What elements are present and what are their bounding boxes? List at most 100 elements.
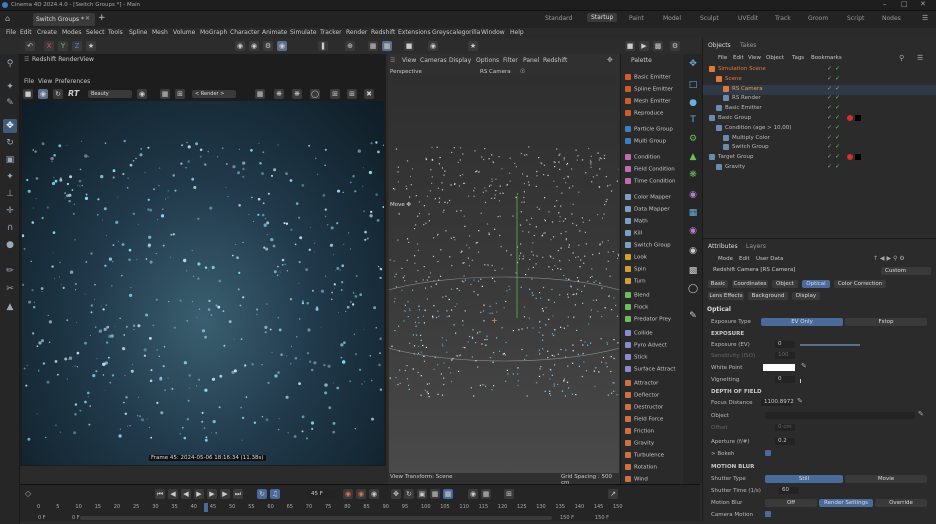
object-row[interactable]: Gravity✓✓ bbox=[703, 163, 936, 173]
menu-extensions[interactable]: Extensions bbox=[398, 29, 431, 36]
deformer-icon[interactable]: ❋ bbox=[686, 168, 700, 182]
palette-item[interactable]: Switch Group bbox=[625, 242, 671, 249]
z-axis-icon[interactable]: Z bbox=[72, 41, 82, 51]
render-dropdown[interactable]: < Render > bbox=[192, 90, 236, 98]
render-settings-icon[interactable]: ⚙ bbox=[263, 41, 273, 51]
palette-item[interactable]: Friction bbox=[625, 428, 654, 435]
scale-icon[interactable]: ▣ bbox=[3, 153, 17, 167]
object-name[interactable]: Switch Group bbox=[732, 144, 769, 150]
camera-object-icon[interactable]: ◉ bbox=[686, 224, 700, 238]
palette-item[interactable]: Flock bbox=[625, 304, 648, 311]
camera-lock-icon[interactable]: ☉ bbox=[520, 68, 525, 75]
focus-pick-icon[interactable]: ✎ bbox=[797, 397, 803, 405]
mograph-icon[interactable]: ▲ bbox=[686, 150, 700, 164]
ipr-toggle-icon[interactable]: ◉ bbox=[38, 89, 48, 99]
current-frame-field[interactable]: 45 F bbox=[308, 490, 336, 499]
snapshot-icon[interactable]: ■ bbox=[23, 89, 33, 99]
sculpt-brush-icon[interactable]: ● bbox=[3, 238, 17, 252]
maximize-icon[interactable]: □ bbox=[901, 0, 908, 8]
enabled-check-icon[interactable]: ✓ bbox=[835, 104, 840, 111]
object-pick-icon[interactable]: ✎ bbox=[918, 410, 924, 418]
light-object-icon[interactable]: ◉ bbox=[686, 244, 700, 258]
tab-takes[interactable]: Takes bbox=[740, 42, 756, 49]
colorspace-dropdown[interactable]: Beauty bbox=[88, 90, 132, 98]
generator-icon[interactable]: ⚙ bbox=[686, 132, 700, 146]
close-icon[interactable]: ✕ bbox=[920, 0, 926, 8]
vp-menu-display[interactable]: Display bbox=[449, 57, 471, 64]
enabled-check-icon[interactable]: ✓ bbox=[835, 163, 840, 170]
param-key-icon[interactable]: ▦ bbox=[430, 489, 440, 499]
color-tag-icon[interactable] bbox=[855, 154, 861, 160]
object-row[interactable]: RS Render✓✓ bbox=[703, 94, 936, 104]
menu-simulate[interactable]: Simulate bbox=[290, 29, 317, 36]
motion-system-icon[interactable]: ⊞ bbox=[504, 489, 514, 499]
object-row[interactable]: Simulation Scene✓✓ bbox=[703, 65, 936, 75]
enabled-check-icon[interactable]: ✓ bbox=[835, 65, 840, 72]
preset-dropdown[interactable]: Custom bbox=[881, 267, 931, 275]
layout-tab-uvedit[interactable]: UVEdit bbox=[738, 15, 758, 22]
enabled-check-icon[interactable]: ✓ bbox=[835, 94, 840, 101]
object-row[interactable]: Switch Group✓✓ bbox=[703, 143, 936, 153]
magnet-icon[interactable]: ∩ bbox=[3, 221, 17, 235]
start-frame-preview[interactable]: 0 F bbox=[72, 515, 80, 521]
palette-item[interactable]: Particle Group bbox=[625, 126, 673, 133]
range-bar[interactable] bbox=[80, 516, 552, 520]
tag-icon[interactable]: ◯ bbox=[686, 282, 700, 296]
ipr-icon[interactable]: ◉ bbox=[277, 41, 287, 51]
white-point-swatch[interactable] bbox=[763, 364, 795, 371]
axis-icon[interactable]: ⊥ bbox=[3, 187, 17, 201]
playhead[interactable] bbox=[204, 503, 208, 512]
shutter-type-still[interactable]: Still bbox=[765, 475, 843, 483]
object-name[interactable]: RS Render bbox=[732, 95, 761, 101]
object-name[interactable]: Condition (age > 10,00) bbox=[725, 125, 791, 131]
layout-tab-nodes[interactable]: Nodes bbox=[882, 15, 901, 22]
object-name[interactable]: Simulation Scene bbox=[718, 66, 766, 72]
display-mode-icon[interactable]: ▦ bbox=[382, 41, 392, 51]
end-frame-preview[interactable]: 150 F bbox=[560, 515, 574, 521]
motion-blur-override[interactable]: Override bbox=[875, 499, 927, 507]
timeline-expand-icon[interactable]: ↗ bbox=[608, 489, 618, 499]
objects-menu-object[interactable]: Object bbox=[766, 55, 784, 61]
layout-tab-track[interactable]: Track bbox=[775, 15, 791, 22]
subtab-background[interactable]: Background bbox=[748, 292, 788, 300]
settings-icon[interactable]: ❋ bbox=[274, 89, 284, 99]
layout-tab-paint[interactable]: Paint bbox=[629, 15, 644, 22]
enabled-check-icon[interactable]: ✓ bbox=[835, 75, 840, 82]
position-key-icon[interactable]: ✥ bbox=[391, 489, 401, 499]
palette-item[interactable]: Destructor bbox=[625, 404, 663, 411]
palette-item[interactable]: Attractor bbox=[625, 380, 658, 387]
palette-item[interactable]: Wind bbox=[625, 476, 648, 483]
pla-key-icon[interactable]: ▦ bbox=[443, 489, 453, 499]
keyframe-icon[interactable]: ◇ bbox=[25, 489, 31, 498]
menu-file[interactable]: File bbox=[6, 29, 16, 36]
enabled-check-icon[interactable]: ✓ bbox=[835, 143, 840, 150]
enabled-check-icon[interactable]: ✓ bbox=[835, 124, 840, 131]
move-icon[interactable]: ✥ bbox=[3, 119, 17, 133]
object-name[interactable]: Basic Group bbox=[718, 115, 751, 121]
layout-tab-script[interactable]: Script bbox=[847, 15, 864, 22]
object-row[interactable]: Target Group✓✓ bbox=[703, 153, 936, 163]
coordinate-system-icon[interactable]: ★ bbox=[86, 41, 96, 51]
menu-modes[interactable]: Modes bbox=[62, 29, 81, 36]
tab-layers[interactable]: Layers bbox=[746, 243, 766, 250]
objects-menu-tags[interactable]: Tags bbox=[792, 55, 804, 61]
dopesheet-icon[interactable]: ▦ bbox=[481, 489, 491, 499]
layout-tab-sculpt[interactable]: Sculpt bbox=[700, 15, 719, 22]
go-to-end-icon[interactable]: ⏭ bbox=[233, 489, 243, 499]
shutter-type-movie[interactable]: Movie bbox=[845, 475, 927, 483]
vp-menu-cameras[interactable]: Cameras bbox=[420, 57, 447, 64]
visibility-check-icon[interactable]: ✓ bbox=[827, 104, 832, 111]
paint-brush-icon[interactable]: ✏ bbox=[3, 264, 17, 278]
material-tag-icon[interactable] bbox=[847, 154, 853, 160]
palette-item[interactable]: Color Mapper bbox=[625, 194, 671, 201]
undo-icon[interactable]: ↶ bbox=[25, 41, 35, 51]
exposure-type-fstop[interactable]: Fstop bbox=[845, 318, 927, 326]
palette-item[interactable]: Condition bbox=[625, 154, 660, 161]
object-row[interactable]: Multiply Color✓✓ bbox=[703, 134, 936, 144]
menu-greyscalegorilla[interactable]: Greyscalegorilla bbox=[432, 29, 480, 36]
edit-render-settings-icon[interactable]: ⚙ bbox=[670, 41, 680, 51]
palette-item[interactable]: Look bbox=[625, 254, 647, 261]
document-tab[interactable]: Switch Groups * ✕ bbox=[33, 13, 95, 26]
object-name[interactable]: Basic Emitter bbox=[725, 105, 762, 111]
object-row[interactable]: Scene✓✓ bbox=[703, 75, 936, 85]
